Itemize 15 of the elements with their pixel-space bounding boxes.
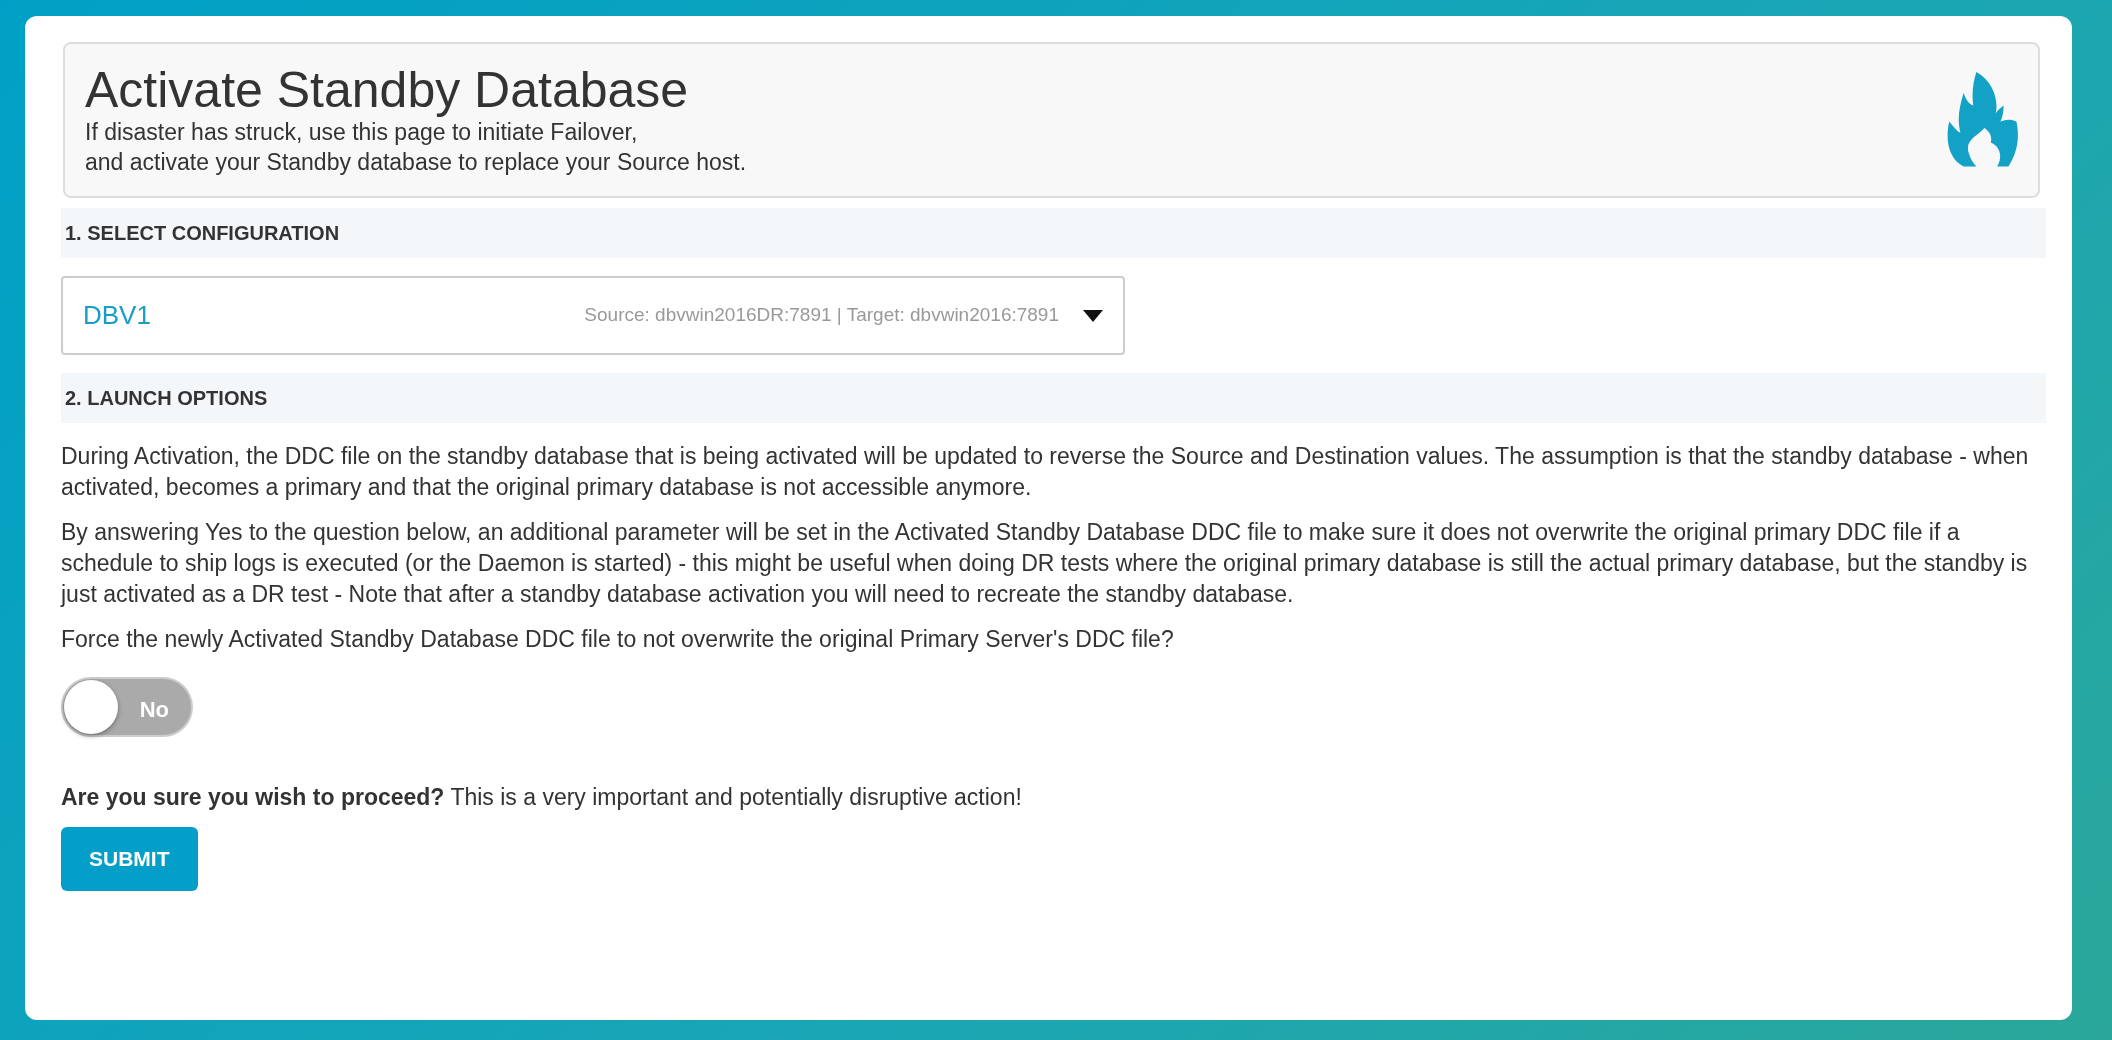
configuration-dropdown[interactable]: DBV1 Source: dbvwin2016DR:7891 | Target: dbvwin2016:7891 bbox=[61, 276, 1125, 355]
toggle-switch[interactable]: No bbox=[61, 677, 193, 738]
subtitle-text: and activate your Standby database to replace your Source host. bbox=[85, 147, 747, 177]
question-text: Force the newly Activated Standby Database DDC file to not overwrite the original Primary Server's DDC file? bbox=[61, 625, 1175, 655]
page-title: Activate Standby Database bbox=[85, 62, 690, 118]
description-paragraph: By answering Yes to the question below, an additional parameter will be set in the Activated Standby Database DDC file to make sure it does not overwrite the original primary DDC file if a schedule to ship logs is executed (or the Daemon is started) - this might be useful when doing DR tests where the original primary database is still the actual primary database, but the standby is just activated as a DR test - Note that after a standby database activation you will need to recreate the standby database. bbox=[61, 518, 2029, 610]
subtitle-text: If disaster has struck, use this page to initiate Failover, bbox=[85, 117, 639, 147]
section-heading: 2. LAUNCH OPTIONS bbox=[61, 373, 2046, 423]
submit-button[interactable]: SUBMIT bbox=[61, 827, 198, 891]
confirmation-text: Are you sure you wish to proceed? This is a very important and potentially disruptive action! bbox=[61, 783, 1023, 813]
section-heading: 1. SELECT CONFIGURATION bbox=[61, 208, 2046, 258]
caret-icon bbox=[1083, 309, 1103, 322]
description-paragraph: During Activation, the DDC file on the standby database that is being activated will be updated to reverse the Source and Destination values. The assumption is that the standby database - when activated, becomes a primary and that the original primary database is not accessible anymore. bbox=[61, 442, 2030, 503]
configuration-name: DBV1 bbox=[83, 299, 151, 332]
configuration-details: Source: dbvwin2016DR:7891 | Target: dbvwin2016:7891 bbox=[584, 303, 1059, 328]
